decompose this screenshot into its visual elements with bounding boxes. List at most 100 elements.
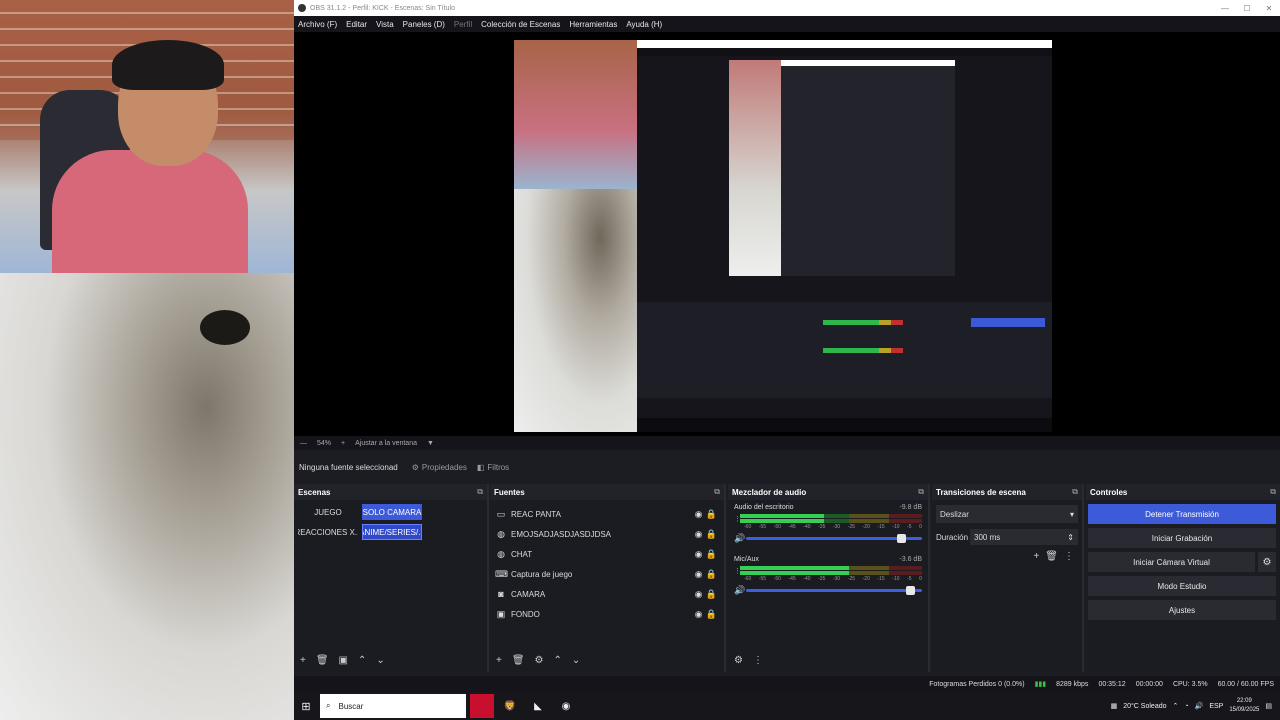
channel-name: Audio del escritorio xyxy=(734,504,794,511)
close-button[interactable]: ✕ xyxy=(1258,4,1280,13)
duration-input[interactable]: 300 ms ⇕ xyxy=(970,529,1078,545)
windows-taskbar: ⊞ ⌕ Buscar 🦁 ◣ ◉ ▦ 20°C Soleado ⌃ ◔ 🔊 ES… xyxy=(294,692,1280,720)
undock-icon[interactable]: ⧉ xyxy=(918,487,924,497)
source-list: ▭ REAC PANTA ◉ 🔒 ◍ EMOJSADJASDJASDJDSA ◉… xyxy=(490,500,724,624)
signal-icon: ▮▮▮ xyxy=(1034,681,1047,688)
start-recording-button[interactable]: Iniciar Grabación xyxy=(1088,528,1276,548)
speaker-icon[interactable]: 🔊 xyxy=(734,533,746,544)
eye-icon[interactable]: ◉ xyxy=(692,509,705,520)
status-bar: Fotogramas Perdidos 0 (0.0%) ▮▮▮ 8289 kb… xyxy=(294,676,1280,692)
properties-button[interactable]: ⚙ Propiedades xyxy=(412,463,467,472)
list-item[interactable]: ◙ CAMARA ◉ 🔒 xyxy=(490,584,724,604)
move-up-icon[interactable]: ⌃ xyxy=(554,655,562,666)
undock-icon[interactable]: ⧉ xyxy=(714,487,720,497)
menu-paneles[interactable]: Paneles (D) xyxy=(403,20,445,29)
trash-icon[interactable]: 🗑 xyxy=(316,655,329,666)
list-item[interactable]: ▣ FONDO ◉ 🔒 xyxy=(490,604,724,624)
menu-ayuda[interactable]: Ayuda (H) xyxy=(626,20,662,29)
eye-icon[interactable]: ◉ xyxy=(692,529,705,540)
notification-icon[interactable]: ▤ xyxy=(1265,702,1272,710)
list-item[interactable]: ◍ EMOJSADJASDJASDJDSA ◉ 🔒 xyxy=(490,524,724,544)
add-scene-button[interactable]: + xyxy=(300,655,306,666)
stepper-icon[interactable]: ⇕ xyxy=(1067,533,1074,542)
move-down-icon[interactable]: ⌄ xyxy=(376,655,384,666)
program-preview[interactable] xyxy=(514,40,1052,432)
start-virtual-camera-button[interactable]: Iniciar Cámara Virtual xyxy=(1088,552,1255,572)
lock-icon[interactable]: 🔒 xyxy=(705,549,718,560)
menu-vista[interactable]: Vista xyxy=(376,20,394,29)
trash-icon[interactable]: 🗑 xyxy=(1045,551,1058,562)
tray-chevron-icon[interactable]: ⌃ xyxy=(1173,702,1179,710)
undock-icon[interactable]: ⧉ xyxy=(477,487,483,497)
list-item[interactable]: ⌨ Captura de juego ◉ 🔒 xyxy=(490,564,724,584)
language[interactable]: ESP xyxy=(1209,703,1223,710)
settings-button[interactable]: Ajustes xyxy=(1088,600,1276,620)
fit-to-window-dropdown[interactable]: Ajustar a la ventana xyxy=(355,440,417,447)
maximize-button[interactable]: ☐ xyxy=(1236,4,1258,13)
eye-icon[interactable]: ◉ xyxy=(692,549,705,560)
zoom-level: 54% xyxy=(317,439,332,447)
menu-perfil[interactable]: Perfil xyxy=(454,20,472,29)
scene-anime-series[interactable]: ANIME/SERIES/... xyxy=(362,524,422,540)
speaker-icon[interactable]: 🔊 xyxy=(734,585,746,596)
undock-icon[interactable]: ⧉ xyxy=(1270,487,1276,497)
volume-slider[interactable] xyxy=(746,534,922,543)
menu-editar[interactable]: Editar xyxy=(346,20,367,29)
lock-icon[interactable]: 🔒 xyxy=(705,569,718,580)
list-item[interactable]: ◍ CHAT ◉ 🔒 xyxy=(490,544,724,564)
weather[interactable]: 20°C Soleado xyxy=(1123,703,1166,710)
filters-button[interactable]: ◧ Filtros xyxy=(477,463,509,472)
transition-menu-icon[interactable]: ⋮ xyxy=(1064,551,1074,562)
stop-stream-button[interactable]: Detener Transmisión xyxy=(1088,504,1276,524)
menu-archivo[interactable]: Archivo (F) xyxy=(298,20,337,29)
menu-coleccion-escenas[interactable]: Colección de Escenas xyxy=(481,20,560,29)
scene-juego[interactable]: JUEGO xyxy=(298,504,358,520)
gear-icon[interactable]: ⚙ xyxy=(1258,552,1276,572)
move-down-icon[interactable]: ⌄ xyxy=(572,655,580,666)
taskbar-app-red[interactable] xyxy=(470,694,494,718)
lock-icon[interactable]: 🔒 xyxy=(705,609,718,620)
mixer-channel-mic: Mic/Aux -3.6 dB ⋮ -60 -55 -50 -45 -40 -35 -30-… xyxy=(728,552,928,596)
list-item[interactable]: ▭ REAC PANTA ◉ 🔒 xyxy=(490,504,724,524)
add-source-button[interactable]: + xyxy=(496,655,502,666)
undock-icon[interactable]: ⧉ xyxy=(1072,487,1078,497)
scene-solo-camara[interactable]: SOLO CAMARA xyxy=(362,504,422,520)
eye-icon[interactable]: ◉ xyxy=(692,569,705,580)
move-up-icon[interactable]: ⌃ xyxy=(358,655,366,666)
mixer-channel-desktop: Audio del escritorio -9.8 dB ⋮ -60 -55 -50… xyxy=(728,500,928,544)
app-icon[interactable]: ◣ xyxy=(526,694,550,718)
mixer-menu-icon[interactable]: ⋮ xyxy=(753,655,763,666)
wifi-icon[interactable]: ◔ xyxy=(1184,703,1188,710)
scene-filters-icon[interactable]: ▣ xyxy=(339,655,348,666)
scene-reacciones[interactable]: REACCIONES X... xyxy=(298,524,358,540)
chevron-down-icon[interactable]: ▼ xyxy=(427,440,434,447)
monitor-icon: ▭ xyxy=(496,508,506,519)
dropped-frames: Fotogramas Perdidos 0 (0.0%) xyxy=(929,680,1025,688)
transition-select[interactable]: Deslizar ▾ xyxy=(936,505,1078,523)
minimize-button[interactable]: — xyxy=(1214,4,1236,13)
mixer-settings-icon[interactable]: ⚙ xyxy=(734,655,743,666)
clock[interactable]: 22:09 15/09/2025 xyxy=(1229,697,1259,715)
zoom-plus-button[interactable]: + xyxy=(341,440,345,447)
obs-taskbar-icon[interactable]: ◉ xyxy=(554,694,578,718)
lock-icon[interactable]: 🔒 xyxy=(705,589,718,600)
volume-slider-handle[interactable] xyxy=(905,586,915,595)
trash-icon[interactable]: 🗑 xyxy=(512,655,525,666)
zoom-minus-button[interactable]: — xyxy=(300,440,307,447)
eye-icon[interactable]: ◉ xyxy=(692,609,705,620)
lock-icon[interactable]: 🔒 xyxy=(705,509,718,520)
taskbar-search[interactable]: ⌕ Buscar xyxy=(320,694,466,718)
volume-icon[interactable]: 🔊 xyxy=(1195,702,1204,710)
studio-mode-button[interactable]: Modo Estudio xyxy=(1088,576,1276,596)
add-transition-button[interactable]: + xyxy=(1033,551,1039,562)
windows-start-icon[interactable]: ⊞ xyxy=(294,700,318,713)
menu-herramientas[interactable]: Herramientas xyxy=(569,20,617,29)
lock-icon[interactable]: 🔒 xyxy=(705,529,718,540)
gear-icon[interactable]: ⚙ xyxy=(535,655,544,666)
weather-icon: ▦ xyxy=(1110,703,1118,710)
eye-icon[interactable]: ◉ xyxy=(692,589,705,600)
volume-slider-handle[interactable] xyxy=(896,534,906,543)
brave-icon[interactable]: 🦁 xyxy=(498,694,522,718)
volume-slider[interactable] xyxy=(746,586,922,595)
preview-area[interactable] xyxy=(294,32,1280,436)
